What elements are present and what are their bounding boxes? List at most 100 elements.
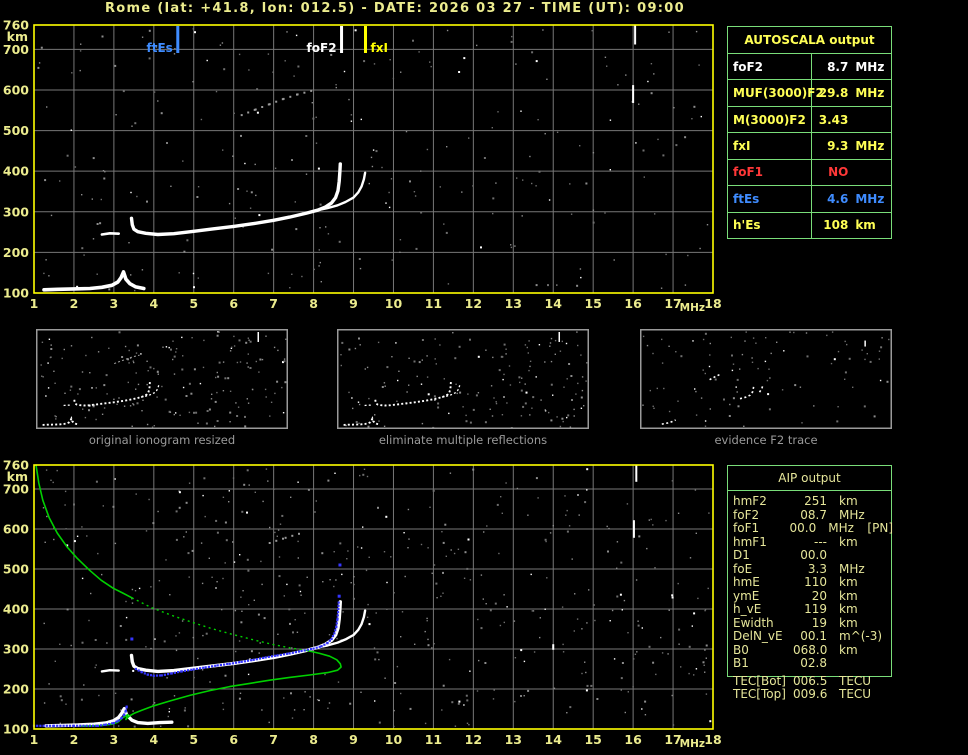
aip-row-ewidth: Ewidth 19 km	[733, 615, 858, 630]
axis-tick-labels: 1 2 3 4 5 6 7 8 9 10 11 12 13 14 15 16 17 18MHz1002003004…	[3, 18, 722, 315]
interference-streak	[632, 85, 635, 103]
parameter-label: M(3000)F2	[728, 106, 812, 133]
parameter-label: fxI	[728, 133, 812, 159]
aip-row-hme: hmE 110 km	[733, 575, 858, 589]
marker-label-fof2: foF2	[307, 41, 337, 55]
ionogram-bottom-plot: 1 2 3 4 5 6 7 8 9 10 11 12 13 14 15 16 17 18MHz1002003004…	[3, 458, 722, 751]
parameter-value: 108 km	[823, 218, 876, 233]
panel-trace-f2-extraordinary-trace	[441, 383, 461, 398]
panel-border	[337, 329, 589, 429]
parameter-value: 3.43	[818, 112, 849, 127]
autoscala-row-fof1: foF1 NO	[728, 158, 891, 186]
x-tick-label: 11	[425, 296, 442, 311]
y-tick-label: 300	[3, 642, 29, 657]
panel-noise	[642, 331, 890, 427]
x-tick-label: 4	[149, 732, 158, 747]
x-tick-label: 1	[30, 296, 39, 311]
y-axis-unit-label: km	[7, 29, 28, 44]
x-tick-label: 3	[110, 732, 119, 747]
series-restored-trace-isolated-points	[130, 563, 342, 641]
x-tick-label: 13	[505, 296, 522, 311]
parameter-value: 29.8 MHz	[818, 86, 885, 101]
autoscala-output-screen: Rome (lat: +41.8, lon: 012.5) - DATE: 20…	[0, 0, 968, 755]
x-tick-label: 8	[309, 732, 318, 747]
aip-row-b0: B0 068.0 km	[733, 642, 858, 657]
marker-label-fxi: fxI	[371, 41, 388, 55]
autoscala-row-ftes: ftEs 4.6 MHz	[728, 185, 891, 212]
x-tick-label: 12	[465, 732, 482, 747]
panel-caption-original: original ionogram resized	[88, 433, 236, 447]
autoscala-output-table: AUTOSCALA output foF2 8.7 MHz MUF(3000)F2 29…	[727, 26, 892, 239]
parameter-label: foF2	[728, 54, 812, 80]
x-tick-label: 6	[229, 732, 238, 747]
aip-row-tec1: TEC[Top] 009.6 TECU	[733, 687, 872, 701]
panel-trace-es-trace	[42, 416, 79, 426]
autoscala-table-rows: foF2 8.7 MHz MUF(3000)F2 29.8 MHz M(3000)F2 3.4…	[728, 53, 891, 238]
series-electron-density-profile-f-region	[131, 597, 308, 652]
series-second-reflection-echo	[240, 89, 313, 117]
y-tick-label: 200	[3, 245, 29, 260]
x-tick-label: 13	[505, 732, 522, 747]
parameter-value: 9.3 MHz	[827, 138, 885, 153]
y-tick-label: 400	[3, 164, 29, 179]
autoscala-table-title: AUTOSCALA output	[744, 33, 875, 47]
aip-row-yme: ymE 20 km	[733, 588, 858, 603]
parameter-label: ftEs	[728, 186, 812, 212]
x-tick-label: 15	[584, 296, 601, 311]
station-date-time-header: Rome (lat: +41.8, lon: 012.5) - DATE: 20…	[105, 1, 685, 16]
series-f2-trace-leading-fragment	[100, 669, 120, 673]
panel-noise	[340, 331, 588, 429]
ionogram-canvas: ftEs foF2 fxI1 2 3 4 5 6 7 8 9 10 11 12 13 14 15 16 17 18MH…	[3, 18, 722, 315]
x-tick-label: 5	[189, 732, 198, 747]
y-tick-label: 300	[3, 204, 29, 219]
aip-row-tec0: TEC[Bot] 006.5 TECU	[733, 673, 872, 688]
marker-ftes: ftEs	[146, 26, 180, 55]
aip-row-delnve: DelN_vE 00.1 m^(-3)	[733, 629, 883, 643]
marker-fxi: fxI	[364, 26, 388, 55]
y-tick-label: 500	[3, 562, 29, 577]
panel-trace-fragment	[739, 386, 755, 400]
x-tick-label: 18	[704, 296, 721, 311]
y-tick-label: 400	[3, 602, 29, 617]
y-tick-label: 600	[3, 82, 29, 97]
panel-border	[36, 329, 288, 429]
interference-streak	[632, 520, 635, 538]
autoscala-row-fof2: foF2 8.7 MHz	[728, 53, 891, 80]
ionogram-canvas: 1 2 3 4 5 6 7 8 9 10 11 12 13 14 15 16 17 18MHz1002003004…	[3, 458, 722, 751]
aip-row-d1: D1 00.0	[733, 548, 827, 562]
y-tick-label: 500	[3, 123, 29, 138]
series-electron-density-profile-topside	[35, 464, 133, 599]
panel-trace-fragment	[661, 419, 676, 425]
x-tick-label: 14	[545, 732, 563, 747]
x-tick-label: 9	[349, 296, 358, 311]
aip-table-rows: hmF2 251 km foF2 08.7 MHz foF1 00.0 MHz [PN] hmF1-…	[727, 491, 893, 702]
x-tick-label: 1	[30, 732, 39, 747]
marker-label-ftes: ftEs	[146, 41, 172, 55]
panel-trace-fragment	[758, 385, 764, 393]
aip-row-hve: h_vE 119 km	[733, 602, 858, 616]
panel-border	[640, 329, 892, 429]
parameter-value: 8.7 MHz	[827, 59, 885, 74]
aip-table-title: AIP output	[727, 465, 892, 491]
panel-original-ionogram	[36, 329, 288, 429]
aip-output-table: AIP output hmF2 251 km foF2 08.7 MHz foF1 00.0 M…	[727, 465, 893, 702]
x-tick-label: 2	[70, 732, 79, 747]
panel-eliminate-reflections	[337, 329, 589, 429]
x-tick-label: 18	[704, 732, 721, 747]
x-tick-label: 14	[545, 296, 563, 311]
autoscala-row-hes: h'Es 108 km	[728, 211, 891, 238]
x-tick-label: 9	[349, 732, 358, 747]
parameter-value: NO	[828, 165, 849, 180]
x-tick-label: 15	[584, 732, 601, 747]
axis-tick-labels: 1 2 3 4 5 6 7 8 9 10 11 12 13 14 15 16 17 18MHz1002003004…	[3, 458, 722, 751]
grid-lines	[34, 465, 713, 729]
aip-row-hmf1: hmF1 --- km	[733, 534, 858, 549]
y-tick-label: 100	[3, 722, 29, 737]
x-tick-label: 10	[385, 296, 403, 311]
y-tick-label: 100	[3, 286, 29, 301]
autoscala-row-fxi: fxI 9.3 MHz	[728, 132, 891, 159]
x-tick-label: 7	[269, 732, 278, 747]
x-tick-label: 8	[309, 296, 318, 311]
y-tick-label: 200	[3, 682, 29, 697]
series-f2-trace-leading-fragment	[100, 232, 120, 236]
